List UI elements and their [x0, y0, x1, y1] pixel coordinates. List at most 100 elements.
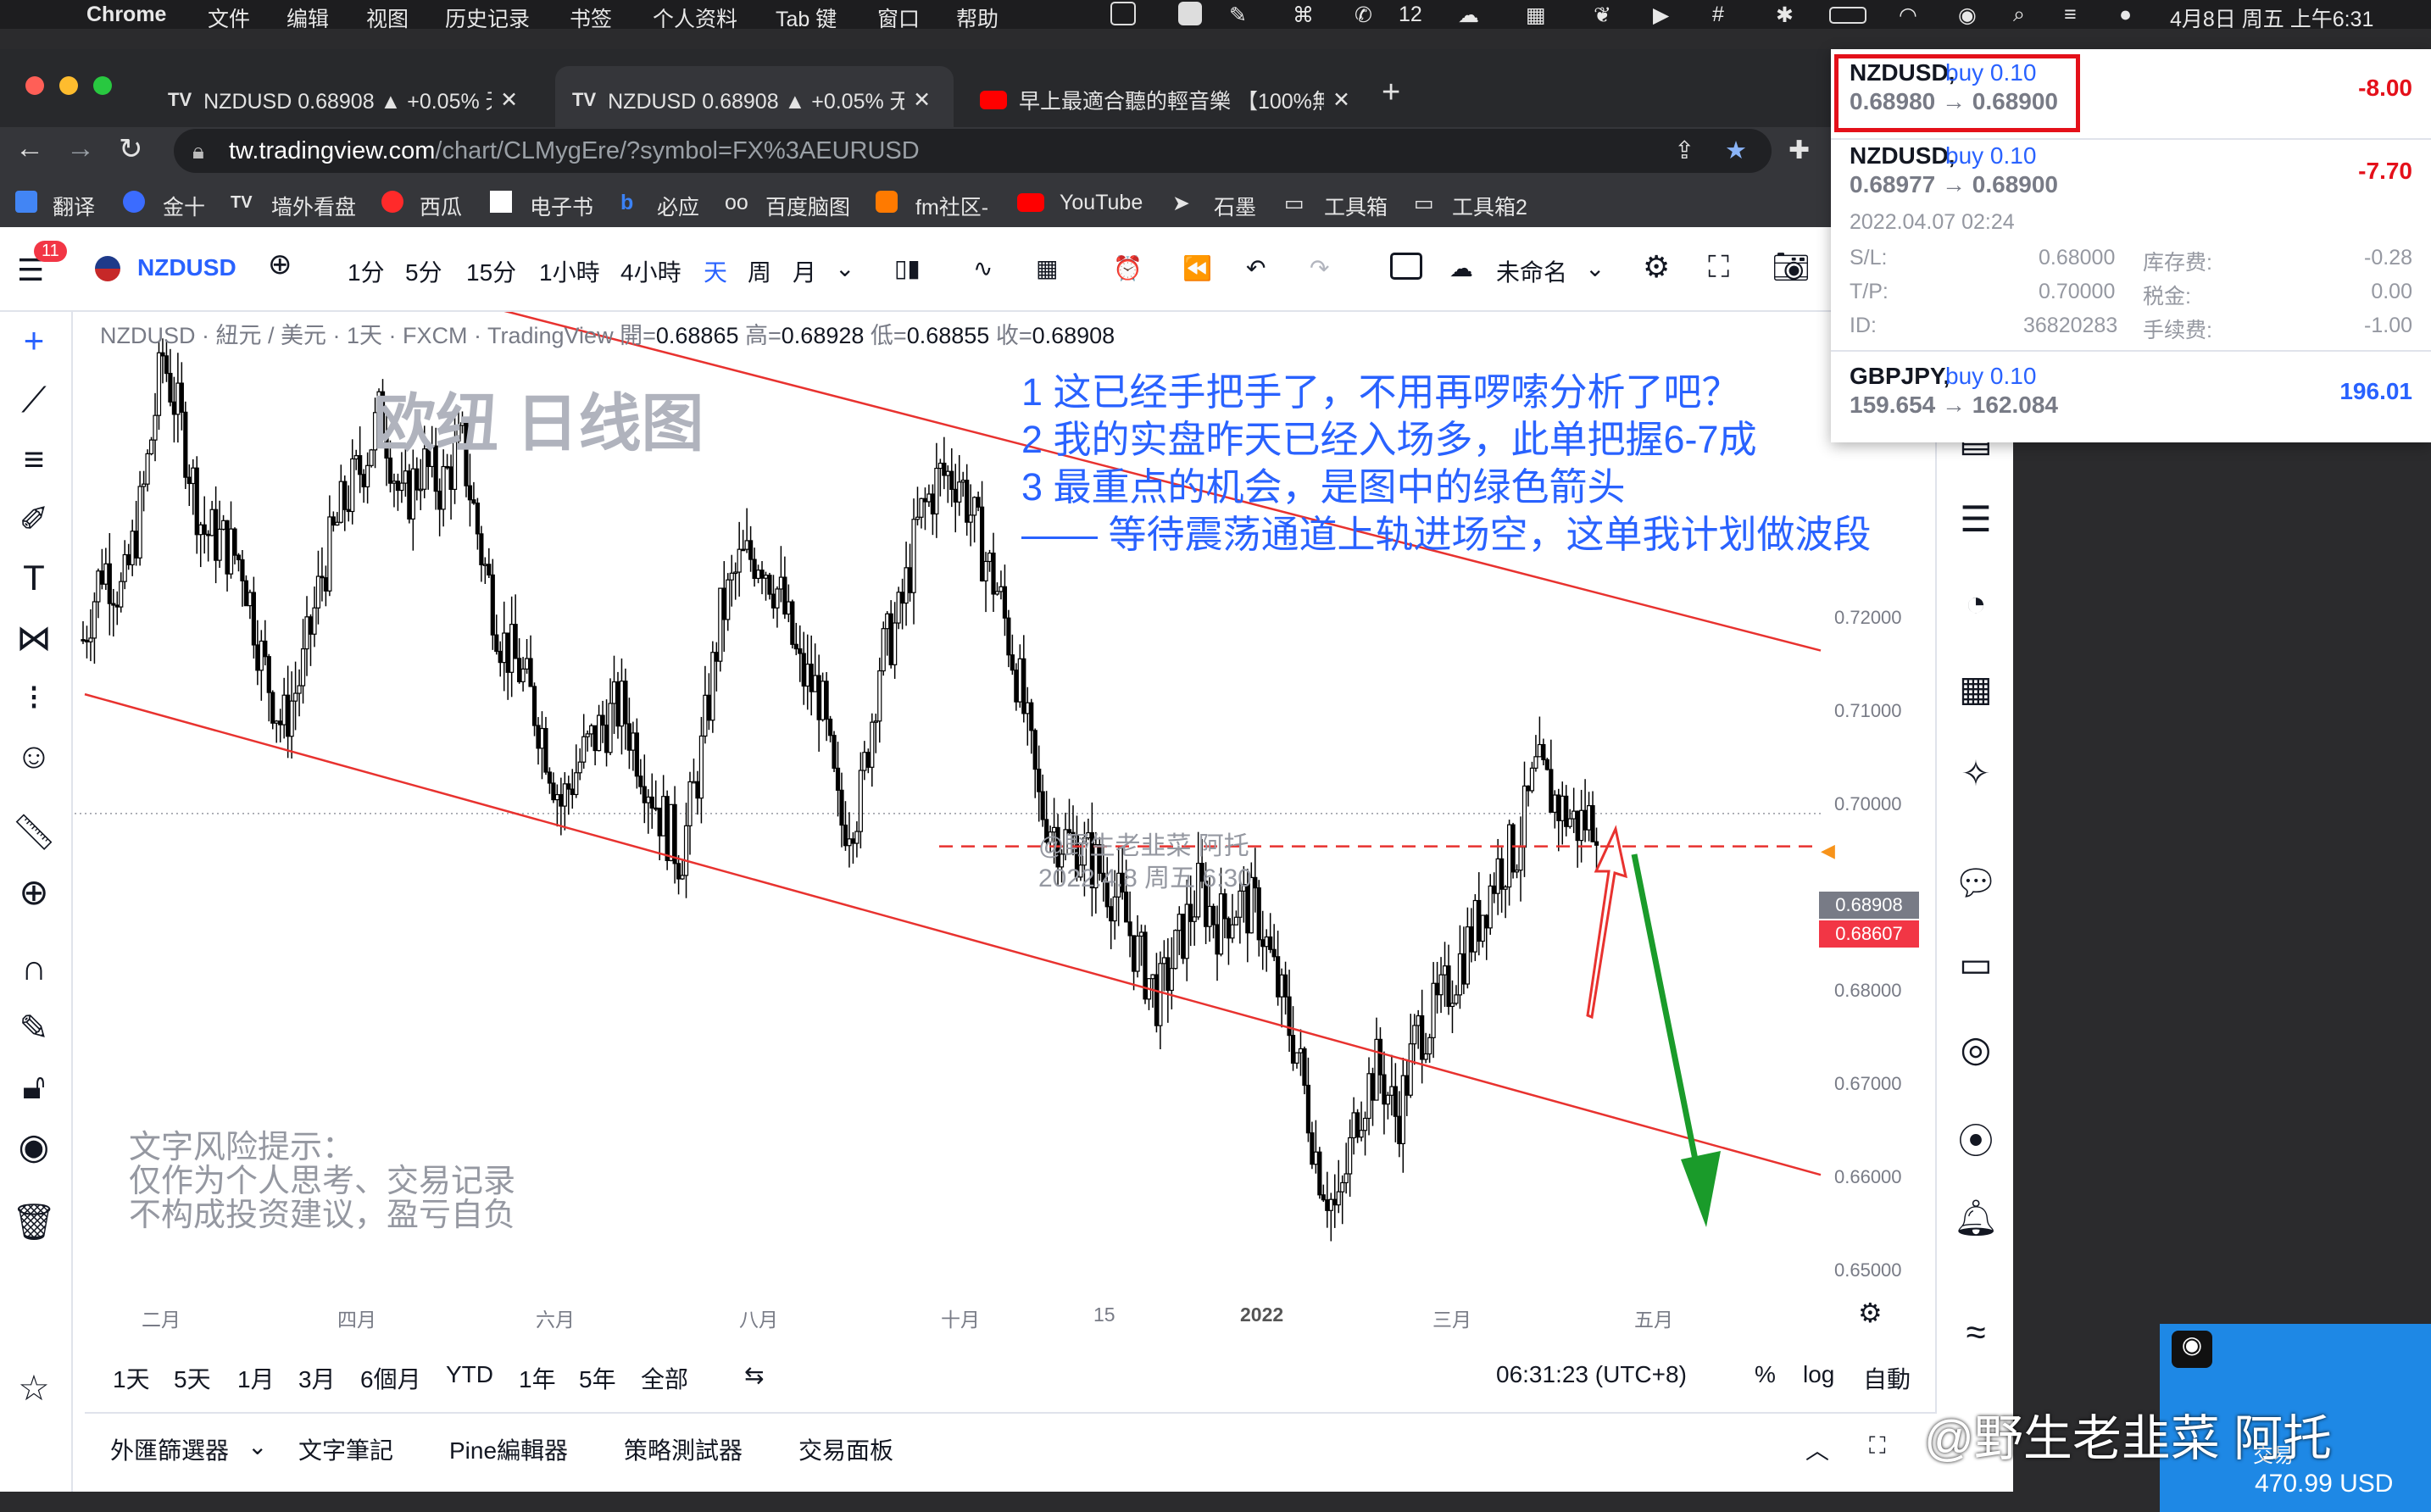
extensions-icon[interactable]: ✚ — [1788, 136, 1810, 165]
text-icon[interactable]: T — [0, 558, 68, 598]
interval-15m[interactable]: 15分 — [466, 254, 516, 288]
bookmark-item[interactable]: 百度脑图 — [765, 191, 850, 221]
keyboard-icon[interactable]: ▦ — [1526, 3, 1546, 28]
panel-screener[interactable]: 外匯篩選器 — [110, 1432, 229, 1466]
share-icon[interactable]: ⇪ — [1674, 129, 1694, 173]
replay-icon[interactable]: ⏪ — [1182, 254, 1212, 282]
chevron-down-icon[interactable]: ⌄ — [248, 1432, 267, 1460]
play-icon[interactable]: ▶ — [1653, 3, 1669, 28]
magnet-icon[interactable]: ∩ — [0, 948, 68, 988]
layout-name[interactable]: 未命名 — [1496, 254, 1567, 288]
chevron-down-icon[interactable]: ⌄ — [1585, 254, 1605, 282]
cloud-icon[interactable]: ☁ — [1458, 3, 1479, 28]
panel-trading[interactable]: 交易面板 — [798, 1432, 893, 1466]
lock-icon[interactable]: 🔓︎ — [0, 1066, 68, 1108]
menu-history[interactable]: 历史记录 — [445, 3, 530, 33]
cloud-icon[interactable]: ☁ — [1449, 254, 1473, 282]
panel-notes[interactable]: 文字筆記 — [298, 1432, 393, 1466]
close-icon[interactable]: ✕ — [500, 87, 518, 113]
ruler-icon[interactable]: 📏︎ — [0, 812, 68, 853]
zoom-in-icon[interactable]: ⊕ — [0, 871, 68, 913]
crosshair-icon[interactable]: + — [0, 320, 68, 361]
menu-tab[interactable]: Tab 键 — [776, 3, 837, 33]
bookmark-folder[interactable]: 工具箱2 — [1452, 191, 1527, 221]
interval-1m[interactable]: 1分 — [348, 254, 385, 288]
menubar-datetime[interactable]: 4月8日 周五 上午6:31 — [2170, 3, 2373, 33]
range-5y[interactable]: 5年 — [579, 1361, 616, 1395]
close-icon[interactable]: ✕ — [913, 87, 931, 113]
menu-edit[interactable]: 编辑 — [286, 3, 329, 33]
ideas-icon[interactable]: ✧ — [1942, 753, 2010, 794]
interval-1w[interactable]: 周 — [748, 254, 771, 288]
bookmark-item[interactable]: 电子书 — [530, 191, 593, 221]
range-ytd[interactable]: YTD — [446, 1361, 493, 1388]
star-icon[interactable]: ★ — [1725, 129, 1747, 173]
browser-tab-3[interactable]: 早上最適合聽的輕音樂 【100%無 ✕ — [966, 66, 1365, 134]
range-all[interactable]: 全部 — [641, 1361, 688, 1395]
interval-1d[interactable]: 天 — [704, 254, 727, 288]
leaf-icon[interactable]: ❦ — [1594, 3, 1611, 28]
position-symbol[interactable]: GBPJPY, — [1850, 363, 1950, 390]
fib-icon[interactable]: ≡ — [0, 439, 68, 480]
menubar-app-name[interactable]: Chrome — [86, 3, 166, 27]
menu-profile[interactable]: 个人资料 — [653, 3, 737, 33]
interval-5m[interactable]: 5分 — [405, 254, 442, 288]
pattern-icon[interactable]: ⋈ — [0, 617, 68, 659]
browser-tab-2[interactable]: TV NZDUSD 0.68908 ▲ +0.05% 无 ✕ — [555, 66, 954, 134]
tool-icon[interactable]: ✎ — [1229, 3, 1247, 28]
siri-icon[interactable]: ● — [2119, 3, 2132, 27]
alert-icon[interactable]: ⏰ — [1113, 254, 1143, 282]
back-icon[interactable]: ← — [15, 132, 44, 165]
symbol-search[interactable]: NZDUSD — [137, 254, 236, 281]
control-center-icon[interactable]: ≡ — [2064, 3, 2077, 27]
battery-icon[interactable] — [1829, 7, 1866, 24]
position-symbol[interactable]: NZDUSD, — [1850, 59, 1955, 86]
templates-icon[interactable]: ▦ — [1036, 254, 1058, 282]
bookmark-folder[interactable]: 工具箱 — [1324, 191, 1388, 221]
zoom-window-button[interactable] — [93, 76, 112, 95]
trash-icon[interactable]: 🗑︎ — [0, 1202, 68, 1243]
spotlight-icon[interactable]: ⌕ — [2013, 3, 2025, 27]
bookmark-item[interactable]: 西瓜 — [420, 191, 462, 221]
lock-drawing-icon[interactable]: ✎ — [0, 1007, 68, 1048]
bell-icon[interactable]: 🔔︎ — [1942, 1198, 2010, 1239]
axis-settings-icon[interactable]: ⚙ — [1858, 1297, 1883, 1329]
chevron-down-icon[interactable]: ⌄ — [835, 254, 854, 282]
bookmark-item[interactable]: 石墨 — [1214, 191, 1256, 221]
grid-icon[interactable]: # — [1712, 3, 1724, 27]
browser-tab-1[interactable]: TV NZDUSD 0.68908 ▲ +0.05% 无 ✕ — [153, 66, 542, 134]
chats-icon[interactable]: 💬︎ — [1942, 863, 2010, 904]
percent-toggle[interactable]: % — [1755, 1361, 1776, 1388]
fullscreen-icon[interactable]: ⛶ — [1708, 249, 1729, 286]
interval-1M[interactable]: 月 — [793, 254, 816, 288]
compare-icon[interactable]: ⊕ — [268, 247, 292, 281]
wechat-icon[interactable]: ✆ — [1355, 3, 1372, 28]
maximize-icon[interactable]: ⛶ — [1869, 1432, 1886, 1460]
minimize-window-button[interactable] — [59, 76, 78, 95]
menu-bookmarks[interactable]: 书签 — [570, 3, 612, 33]
range-1y[interactable]: 1年 — [519, 1361, 556, 1395]
auto-toggle[interactable]: 自動 — [1863, 1361, 1911, 1395]
panel-pine[interactable]: Pine編輯器 — [449, 1432, 568, 1466]
range-3m[interactable]: 3月 — [298, 1361, 336, 1395]
bookmark-item[interactable]: 翻译 — [53, 191, 95, 221]
chat-icon[interactable]: ▭ — [1942, 943, 2010, 985]
wave-icon[interactable]: ≈ — [1942, 1312, 2010, 1353]
bookmark-item[interactable]: 金十 — [163, 191, 205, 221]
wifi-icon[interactable]: ◠ — [1899, 3, 1917, 28]
url-input[interactable]: 🔒︎ tw.tradingview.com/chart/CLMygEre/?sy… — [174, 129, 1772, 173]
eye-icon[interactable]: ◉ — [0, 1126, 68, 1167]
close-window-button[interactable] — [25, 76, 44, 95]
prediction-icon[interactable]: ⁝ — [0, 676, 68, 718]
bookmark-item[interactable]: fm社区- — [915, 191, 988, 221]
redo-icon[interactable]: ↷ — [1310, 254, 1329, 282]
favorites-star-icon[interactable]: ☆ — [0, 1367, 68, 1409]
alerts-list-icon[interactable]: ☰ — [1942, 498, 2010, 540]
brush-icon[interactable]: ✐ — [0, 498, 68, 540]
menu-view[interactable]: 视图 — [366, 3, 409, 33]
candles-icon[interactable]: ▯▮ — [894, 254, 921, 282]
range-1d[interactable]: 1天 — [113, 1361, 150, 1395]
app-icon[interactable] — [1178, 2, 1202, 25]
forward-icon[interactable]: → — [66, 132, 95, 165]
log-toggle[interactable]: log — [1803, 1361, 1834, 1388]
